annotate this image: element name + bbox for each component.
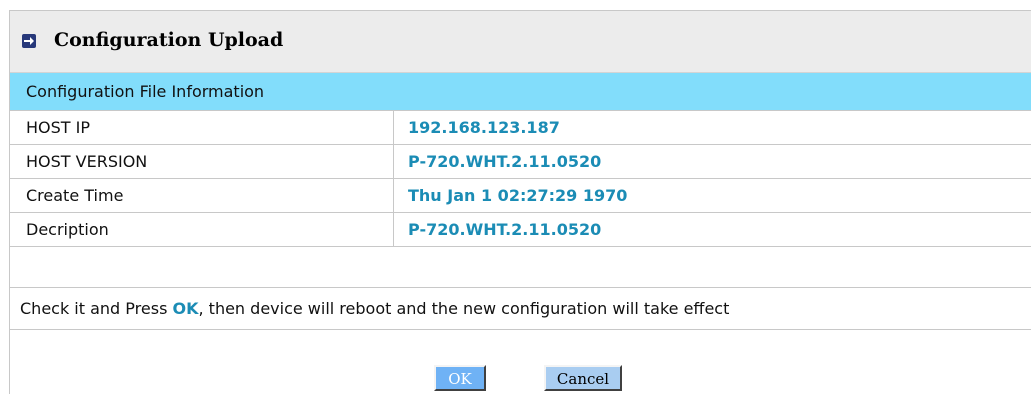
top-border	[0, 0, 1031, 2]
title-bar: Configuration Upload	[10, 11, 1031, 73]
ok-button[interactable]: OK	[434, 365, 486, 391]
info-label-cell: HOST VERSION	[10, 145, 394, 178]
spacer-row	[10, 247, 1031, 288]
page-title: Configuration Upload	[54, 29, 284, 51]
info-label: Decription	[26, 220, 109, 239]
info-label-cell: Decription	[10, 213, 394, 246]
info-value: P-720.WHT.2.11.0520	[408, 152, 602, 171]
info-label-cell: Create Time	[10, 179, 394, 212]
info-row-create-time: Create Time Thu Jan 1 02:27:29 1970	[10, 179, 1031, 213]
info-label: HOST IP	[26, 118, 91, 137]
section-header-label: Configuration File Information	[26, 82, 265, 101]
info-value: Thu Jan 1 02:27:29 1970	[408, 186, 628, 205]
info-label-cell: HOST IP	[10, 111, 394, 144]
info-label: Create Time	[26, 186, 124, 205]
info-value: 192.168.123.187	[408, 118, 560, 137]
notice-prefix: Check it and Press	[20, 299, 173, 318]
notice-text: Check it and Press OK, then device will …	[20, 299, 729, 318]
cancel-button[interactable]: Cancel	[544, 365, 622, 391]
notice-ok-word: OK	[172, 299, 199, 318]
info-row-host-ip: HOST IP 192.168.123.187	[10, 111, 1031, 145]
info-row-host-version: HOST VERSION P-720.WHT.2.11.0520	[10, 145, 1031, 179]
arrow-right-icon	[22, 34, 36, 48]
button-row: OK Cancel	[10, 330, 1031, 395]
info-value: P-720.WHT.2.11.0520	[408, 220, 602, 239]
info-row-description: Decription P-720.WHT.2.11.0520	[10, 213, 1031, 247]
notice-suffix: , then device will reboot and the new co…	[198, 299, 730, 318]
info-label: HOST VERSION	[26, 152, 148, 171]
config-upload-panel: Configuration Upload Configuration File …	[9, 10, 1031, 394]
notice-row: Check it and Press OK, then device will …	[10, 288, 1031, 330]
section-header: Configuration File Information	[10, 73, 1031, 111]
